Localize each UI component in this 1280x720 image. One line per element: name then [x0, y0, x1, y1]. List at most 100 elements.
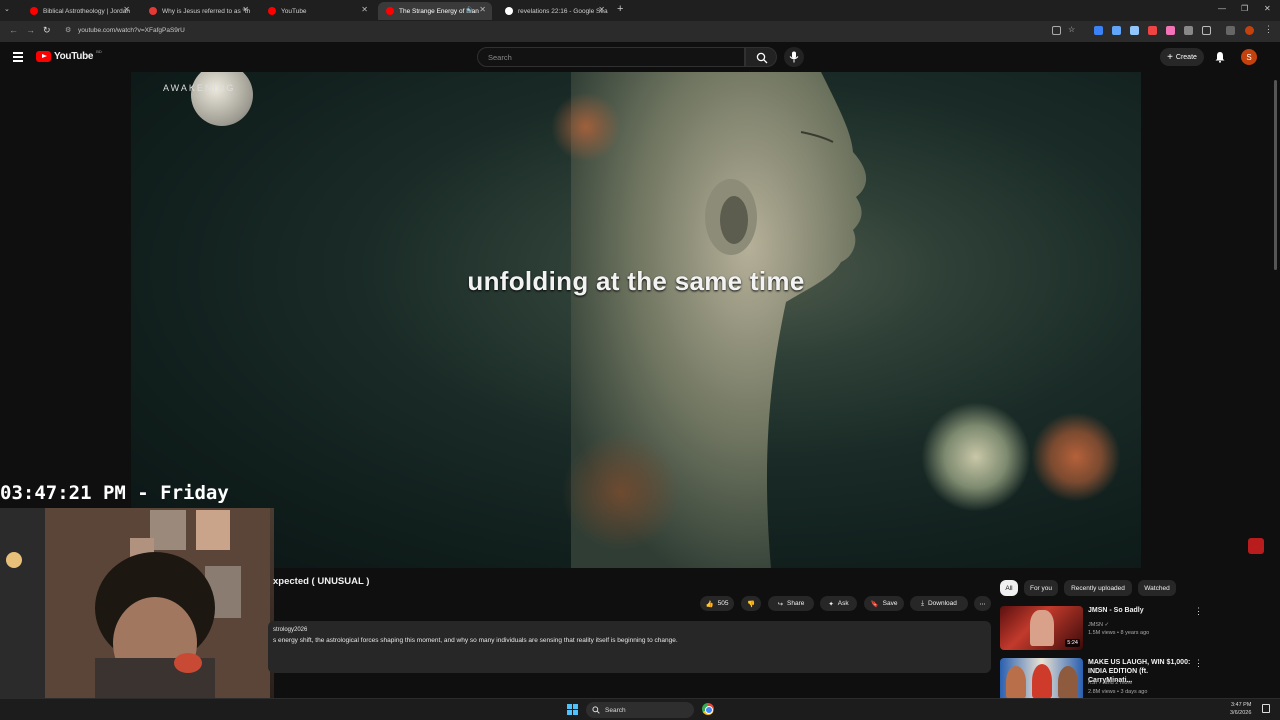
moon-graphic	[191, 72, 253, 126]
recommended-channel: KSI ✓ and 2 more	[1088, 680, 1132, 686]
chip-recently-uploaded[interactable]: Recently uploaded	[1064, 580, 1132, 596]
save-label: Save	[882, 600, 898, 607]
thumbnail-figure	[1030, 610, 1054, 646]
taskbar-search[interactable]: Search	[586, 702, 694, 718]
recommended-video[interactable]: MAKE US LAUGH, WIN $1,000: INDIA EDITION…	[1000, 658, 1203, 702]
chip-watched[interactable]: Watched	[1138, 580, 1176, 596]
window-close-icon[interactable]: ✕	[1264, 4, 1271, 13]
country-code: BD	[96, 49, 102, 54]
back-icon[interactable]: ←	[9, 25, 18, 35]
site-info-icon[interactable]: ⚙	[65, 26, 71, 34]
more-vertical-icon[interactable]: ⋮	[1194, 658, 1203, 669]
channel-name[interactable]: KSI	[1088, 680, 1097, 686]
reload-icon[interactable]: ↻	[43, 25, 51, 36]
youtube-icon	[386, 7, 394, 15]
minimize-icon[interactable]: —	[1218, 4, 1226, 13]
youtube-play-icon	[36, 51, 51, 62]
dislike-button[interactable]: 👎	[741, 596, 761, 611]
tab-why-is-jesus[interactable]: Why is Jesus referred to as "th ✕	[141, 2, 255, 20]
taskbar-search-label: Search	[605, 706, 626, 714]
microphone-icon	[789, 51, 799, 63]
close-icon[interactable]: ✕	[598, 5, 605, 14]
thumbnail-figure	[1058, 666, 1078, 698]
chip-all[interactable]: All	[1000, 580, 1018, 596]
recommended-meta: 1.5M views • 8 years ago	[1088, 630, 1150, 636]
channel-name[interactable]: JMSN	[1088, 622, 1103, 628]
download-button[interactable]: ⤓ Download	[910, 596, 968, 611]
tab-youtube[interactable]: YouTube ✕	[260, 2, 374, 20]
tab-strange-energy[interactable]: The Strange Energy of Man 🔈 ✕	[378, 2, 492, 20]
extension-icon[interactable]	[1130, 26, 1139, 35]
google-icon	[505, 7, 513, 15]
flower-ornament	[921, 402, 1031, 512]
more-horizontal-icon: ⋯	[979, 600, 986, 608]
flower-ornament	[561, 432, 681, 552]
taskbar-time: 3:47 PM	[1230, 702, 1252, 708]
video-duration: 5:24	[1065, 639, 1080, 647]
thumbs-down-icon: 👎	[746, 600, 756, 608]
more-vertical-icon[interactable]: ⋮	[1194, 606, 1203, 617]
system-clock[interactable]: 3:47 PM 3/6/2026	[1230, 701, 1251, 717]
extension-icon[interactable]	[1148, 26, 1157, 35]
video-caption: unfolding at the same time	[467, 266, 805, 296]
youtube-logo[interactable]: YouTube BD	[36, 49, 102, 62]
close-icon[interactable]: ✕	[479, 5, 486, 14]
close-icon[interactable]: ✕	[242, 5, 249, 14]
close-icon[interactable]: ✕	[123, 5, 130, 14]
search-icon	[756, 52, 768, 64]
notifications-icon[interactable]	[1262, 704, 1270, 713]
voice-search-button[interactable]	[784, 47, 804, 67]
save-button[interactable]: 🔖 Save	[864, 596, 904, 611]
windows-start-icon[interactable]	[567, 704, 578, 715]
extension-icon[interactable]	[1184, 26, 1193, 35]
extension-icon[interactable]	[1094, 26, 1103, 35]
browser-tab-strip: ⌄ Biblical Astrotheology | Jordan ✕ Why …	[0, 0, 1280, 21]
tab-revelations-google[interactable]: revelations 22:16 - Google Sea ✕	[497, 2, 611, 20]
share-button[interactable]: ↪ Share	[768, 596, 814, 611]
extension-icon[interactable]	[1112, 26, 1121, 35]
sparkle-icon: ✦	[828, 600, 834, 608]
create-button[interactable]: + Create	[1160, 48, 1204, 66]
search-input[interactable]	[486, 52, 726, 63]
video-thumbnail[interactable]: 5:24	[1000, 606, 1083, 650]
chip-for-you[interactable]: For you	[1024, 580, 1058, 596]
close-icon[interactable]: ✕	[361, 5, 368, 14]
recommended-video[interactable]: 5:24 JMSN - So Badly JMSN ✓ 1.5M views •…	[1000, 606, 1203, 650]
chrome-taskbar-icon[interactable]	[702, 703, 714, 715]
account-avatar[interactable]: S	[1241, 49, 1257, 65]
ask-button[interactable]: ✦ Ask	[820, 596, 857, 611]
chrome-menu-icon[interactable]: ⋮	[1264, 24, 1273, 35]
tab-search-icon[interactable]: ⌄	[4, 5, 10, 13]
recommended-title[interactable]: JMSN - So Badly	[1088, 606, 1193, 615]
extensions-puzzle-icon[interactable]	[1202, 26, 1211, 35]
url-field[interactable]: ⚙ youtube.com/watch?v=XFafgPaS9rU	[60, 23, 1270, 40]
verified-icon: ✓	[1098, 680, 1104, 686]
like-button[interactable]: 👍 505	[700, 596, 734, 611]
page-scrollbar[interactable]	[1274, 80, 1277, 270]
channel-branding-icon[interactable]	[1248, 538, 1264, 554]
new-tab-button[interactable]: +	[617, 3, 623, 15]
video-thumbnail[interactable]	[1000, 658, 1083, 702]
description-box[interactable]: strology2026 s energy shift, the astrolo…	[268, 621, 991, 673]
bookmark-star-icon[interactable]: ☆	[1068, 25, 1075, 34]
downloads-icon[interactable]	[1226, 26, 1235, 35]
recommended-meta: 2.8M views • 3 days ago	[1088, 689, 1148, 695]
webcam-overlay	[0, 508, 274, 698]
collaborators: and 2 more	[1104, 680, 1133, 686]
search-box[interactable]	[477, 47, 745, 67]
search-button[interactable]	[745, 47, 777, 67]
install-icon[interactable]	[1052, 26, 1061, 35]
taskbar-date: 3/6/2026	[1230, 710, 1252, 716]
extension-icon[interactable]	[1166, 26, 1175, 35]
notifications-bell-icon[interactable]	[1214, 51, 1226, 63]
forward-icon[interactable]: →	[26, 25, 35, 35]
more-actions-button[interactable]: ⋯	[974, 596, 991, 611]
profile-icon[interactable]	[1245, 26, 1254, 35]
tab-biblical-astrotheology[interactable]: Biblical Astrotheology | Jordan ✕	[22, 2, 136, 20]
flower-ornament	[551, 92, 621, 162]
menu-icon[interactable]	[13, 52, 23, 64]
maximize-icon[interactable]: ❐	[1241, 4, 1248, 13]
speaker-icon[interactable]: 🔈	[466, 5, 475, 13]
video-player[interactable]: AWAKENING unfolding at the same time	[131, 72, 1141, 568]
youtube-icon	[268, 7, 276, 15]
